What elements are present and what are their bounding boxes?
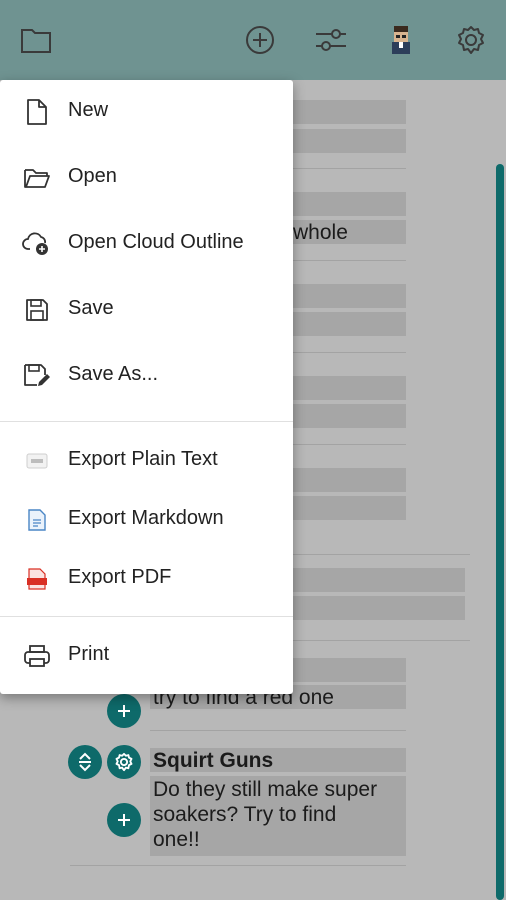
save-as-icon [22,361,52,391]
menu-item-label: Save As... [68,363,159,385]
placeholder-line [290,100,406,124]
placeholder-line [290,468,406,492]
cloud-add-icon [22,229,52,259]
scrollbar[interactable] [496,164,504,900]
placeholder-line [290,496,406,520]
placeholder-line [290,596,465,620]
outline-text-fragment: whole [293,221,348,244]
menu-item-new[interactable]: New [0,83,293,139]
outline-item-body-line[interactable]: Do they still make super [153,777,377,802]
reorder-button[interactable] [68,745,102,779]
add-circle-icon[interactable] [240,20,280,60]
menu-item-label: Export Markdown [68,507,224,529]
plus-icon [118,705,130,717]
menu-item-save-as[interactable]: Save As... [0,347,293,403]
divider [70,865,406,866]
avatar[interactable] [381,20,421,60]
menu-item-export-plain-text[interactable]: Export Plain Text [0,432,293,488]
menu-item-export-pdf[interactable]: Export PDF [0,550,293,606]
placeholder-line [290,404,406,428]
menu-item-open-cloud-outline[interactable]: Open Cloud Outline [0,215,293,271]
menu-item-label: Print [68,643,110,665]
add-child-button[interactable] [107,694,141,728]
menu-item-label: Export Plain Text [68,448,218,470]
sliders-icon[interactable] [311,20,351,60]
menu-item-print[interactable]: Print [0,627,293,683]
outline-item-body-line[interactable]: one!! [153,827,200,852]
printer-icon [22,641,52,671]
divider [290,554,470,555]
divider [290,352,406,353]
menu-item-export-markdown[interactable]: Export Markdown [0,491,293,547]
file-menu: New Open Open Cloud Outline Save Save As… [0,80,293,694]
outline-item-body-line[interactable]: soakers? Try to find [153,802,336,827]
file-icon [22,97,52,127]
plus-icon [118,814,130,826]
markdown-file-icon [22,505,52,535]
divider [290,260,406,261]
menu-item-label: Save [68,297,114,319]
folder-open-icon [22,163,52,193]
menu-divider [0,616,293,617]
gear-icon [115,752,133,772]
folder-icon[interactable] [16,20,56,60]
menu-item-open[interactable]: Open [0,149,293,205]
reorder-icon [79,752,91,772]
pdf-file-icon [22,564,52,594]
placeholder-line [290,284,406,308]
divider [150,730,406,731]
top-toolbar [0,0,506,80]
outline-item-title[interactable]: Squirt Guns [153,748,273,773]
gear-icon[interactable] [451,20,491,60]
item-settings-button[interactable] [107,745,141,779]
placeholder-line [290,568,465,592]
menu-divider [0,421,293,422]
placeholder-line [290,129,406,153]
placeholder-line [290,312,406,336]
placeholder-line [290,376,406,400]
save-icon [22,295,52,325]
divider [290,640,470,641]
menu-item-label: Open [68,165,117,187]
add-child-button[interactable] [107,803,141,837]
menu-item-label: New [68,99,109,121]
divider [290,444,406,445]
menu-item-label: Open Cloud Outline [68,231,244,253]
placeholder-line [290,192,406,216]
menu-item-save[interactable]: Save [0,281,293,337]
divider [290,168,406,169]
txt-file-icon [22,446,52,476]
menu-item-label: Export PDF [68,566,172,588]
